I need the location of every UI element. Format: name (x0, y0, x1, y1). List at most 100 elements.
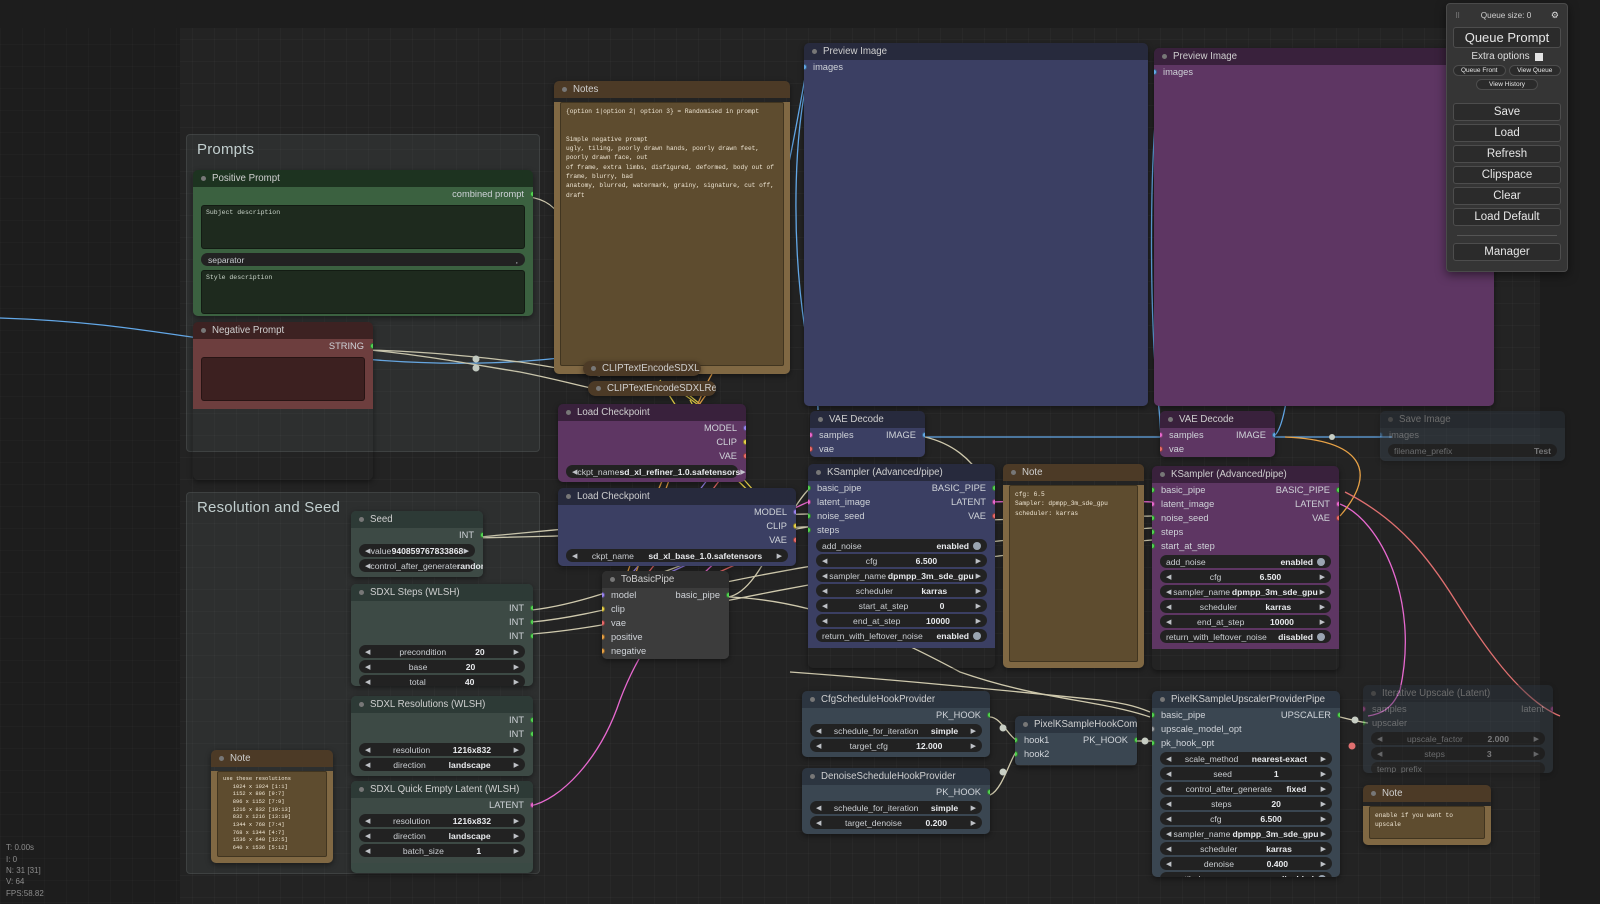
output-int-width[interactable]: INT (351, 713, 533, 727)
prev-arrow-icon[interactable]: ◀ (1166, 603, 1171, 611)
cfg-widget[interactable]: ◀ cfg 6.500 ▶ (1160, 812, 1332, 825)
prev-arrow-icon[interactable]: ◀ (1377, 750, 1382, 758)
prev-arrow-icon[interactable]: ◀ (365, 847, 370, 855)
note-text[interactable]: use these resolutions 1024 x 1024 [1:1] … (217, 771, 327, 857)
separator-widget[interactable]: separator , (201, 253, 525, 266)
input-slot[interactable] (1015, 737, 1018, 743)
next-arrow-icon[interactable]: ▶ (1321, 800, 1326, 808)
node-note-upscale[interactable]: Note enable if you want to upscale (1363, 785, 1491, 845)
node-header[interactable]: Note (1003, 464, 1144, 481)
input-steps[interactable]: steps (808, 523, 995, 537)
collapse-dot-icon[interactable] (219, 756, 224, 761)
input-noise-seed[interactable]: noise_seed VAE (1152, 511, 1339, 525)
temp-prefix-widget[interactable]: temp_prefix (1371, 762, 1545, 773)
collapse-dot-icon[interactable] (1160, 472, 1165, 477)
node-header[interactable]: SDXL Resolutions (WLSH) (351, 696, 533, 713)
next-arrow-icon[interactable]: ▶ (1320, 573, 1325, 581)
prev-arrow-icon[interactable]: ◀ (1166, 845, 1171, 853)
workflow-canvas[interactable]: Prompts Resolution and Seed Positive Pro… (0, 0, 1600, 904)
comfyui-menu-panel[interactable]: ⠿ Queue size: 0 ⚙ Queue Prompt Extra opt… (1446, 3, 1568, 272)
prev-arrow-icon[interactable]: ◀ (822, 557, 827, 565)
output-slot[interactable] (530, 731, 533, 737)
queue-prompt-button[interactable]: Queue Prompt (1453, 27, 1561, 48)
control-after-generate-widget[interactable]: ◀ control_after_generate fixed ▶ (1160, 782, 1332, 795)
output-slot[interactable] (530, 633, 533, 639)
sampler-name-widget[interactable]: ◀ sampler_name dpmpp_3m_sde_gpu ▶ (816, 569, 987, 582)
output-pk-hook[interactable]: PK_HOOK (802, 708, 990, 722)
node-header[interactable]: Load Checkpoint (558, 404, 746, 421)
collapse-dot-icon[interactable] (566, 410, 571, 415)
base-widget[interactable]: ◀ base 20 ▶ (359, 660, 525, 673)
collapse-dot-icon[interactable] (562, 87, 567, 92)
node-seed[interactable]: Seed INT ◀ value 940859767833868 ▶ ◀ con… (351, 511, 483, 577)
collapse-dot-icon[interactable] (359, 787, 364, 792)
node-ksampler-advanced-refiner[interactable]: KSampler (Advanced/pipe) basic_pipe BASI… (1152, 466, 1339, 670)
style-description-input[interactable]: Style description (201, 270, 525, 314)
input-slot[interactable] (1152, 501, 1155, 507)
node-load-checkpoint-base[interactable]: Load Checkpoint MODEL CLIP VAE ◀ ckpt_na… (558, 488, 796, 566)
output-slot[interactable] (743, 439, 746, 445)
upscale-factor-widget[interactable]: ◀ upscale_factor 2.000 ▶ (1371, 732, 1545, 745)
input-slot[interactable] (808, 513, 811, 519)
input-samples[interactable]: samples IMAGE (810, 428, 925, 442)
prev-arrow-icon[interactable]: ◀ (822, 617, 827, 625)
input-slot[interactable] (1363, 706, 1366, 712)
output-slot[interactable] (1134, 737, 1137, 743)
clear-button[interactable]: Clear (1453, 187, 1561, 205)
sampler-name-widget[interactable]: ◀ sampler_name dpmpp_3m_sde_gpu ▶ (1160, 827, 1332, 840)
precondition-widget[interactable]: ◀ precondition 20 ▶ (359, 645, 525, 658)
prev-arrow-icon[interactable]: ◀ (1377, 735, 1382, 743)
gear-icon[interactable]: ⚙ (1551, 10, 1559, 21)
node-header[interactable]: Note (211, 750, 333, 767)
output-slot[interactable] (743, 425, 746, 431)
prev-arrow-icon[interactable]: ◀ (816, 804, 821, 812)
collapse-dot-icon[interactable] (1023, 722, 1028, 727)
node-header[interactable]: PixelKSampleHookCombine (1015, 716, 1137, 733)
output-vae[interactable]: VAE (558, 449, 746, 463)
input-slot[interactable] (1380, 432, 1383, 438)
manager-button[interactable]: Manager (1453, 243, 1561, 261)
toggle-icon[interactable] (1317, 557, 1325, 566)
total-widget[interactable]: ◀ total 40 ▶ (359, 675, 525, 686)
ckpt-name-widget[interactable]: ◀ ckpt_name sd_xl_base_1.0.safetensors ▶ (566, 549, 788, 562)
next-arrow-icon[interactable]: ▶ (976, 572, 981, 580)
collapse-dot-icon[interactable] (1162, 54, 1167, 59)
start-at-step-widget[interactable]: ◀ start_at_step 0 ▶ (816, 599, 987, 612)
next-arrow-icon[interactable]: ▶ (971, 804, 976, 812)
output-slot[interactable] (530, 619, 533, 625)
prev-arrow-icon[interactable]: ◀ (365, 832, 370, 840)
output-combined-prompt[interactable]: combined prompt (193, 187, 533, 201)
output-slot[interactable] (743, 453, 746, 459)
next-arrow-icon[interactable]: ▶ (1534, 735, 1539, 743)
cfg-widget[interactable]: ◀ cfg 6.500 ▶ (816, 554, 987, 567)
node-header[interactable]: Seed (351, 511, 483, 528)
collapse-dot-icon[interactable] (359, 702, 364, 707)
node-preview-image-2[interactable]: Preview Image images (1154, 48, 1494, 406)
next-arrow-icon[interactable]: ▶ (464, 547, 469, 555)
add-noise-widget[interactable]: add_noise enabled (816, 539, 987, 552)
node-load-checkpoint-refiner[interactable]: Load Checkpoint MODEL CLIP VAE ◀ ckpt_na… (558, 404, 746, 482)
negative-prompt-input[interactable] (201, 357, 365, 401)
prev-arrow-icon[interactable]: ◀ (816, 727, 821, 735)
node-pixel-ksample-upscaler-provider-pipe[interactable]: PixelKSampleUpscalerProviderPipe basic_p… (1152, 691, 1340, 877)
node-header[interactable]: KSampler (Advanced/pipe) (808, 464, 995, 481)
collapse-dot-icon[interactable] (818, 417, 823, 422)
schedule-for-iteration-widget[interactable]: ◀ schedule_for_iteration simple ▶ (810, 801, 982, 814)
collapse-dot-icon[interactable] (591, 366, 596, 371)
collapse-dot-icon[interactable] (201, 176, 206, 181)
scale-method-widget[interactable]: ◀ scale_method nearest-exact ▶ (1160, 752, 1332, 765)
collapse-dot-icon[interactable] (812, 49, 817, 54)
node-cfg-schedule-hook-provider[interactable]: CfgScheduleHookProvider PK_HOOK ◀ schedu… (802, 691, 990, 757)
next-arrow-icon[interactable]: ▶ (1321, 770, 1326, 778)
input-noise-seed[interactable]: noise_seed VAE (808, 509, 995, 523)
next-arrow-icon[interactable]: ▶ (740, 468, 745, 476)
input-hook2[interactable]: hook2 (1015, 747, 1137, 761)
prev-arrow-icon[interactable]: ◀ (365, 547, 370, 555)
next-arrow-icon[interactable]: ▶ (777, 552, 782, 560)
node-note-sampler[interactable]: Note cfg: 6.5 Sampler: dpmpp_3m_sde_gpu … (1003, 464, 1144, 668)
next-arrow-icon[interactable]: ▶ (514, 663, 519, 671)
resolution-widget[interactable]: ◀ resolution 1216x832 ▶ (359, 814, 525, 827)
scheduler-widget[interactable]: ◀ scheduler karras ▶ (816, 584, 987, 597)
filename-prefix-widget[interactable]: filename_prefix Test (1388, 444, 1557, 457)
scheduler-widget[interactable]: ◀ scheduler karras ▶ (1160, 600, 1331, 613)
